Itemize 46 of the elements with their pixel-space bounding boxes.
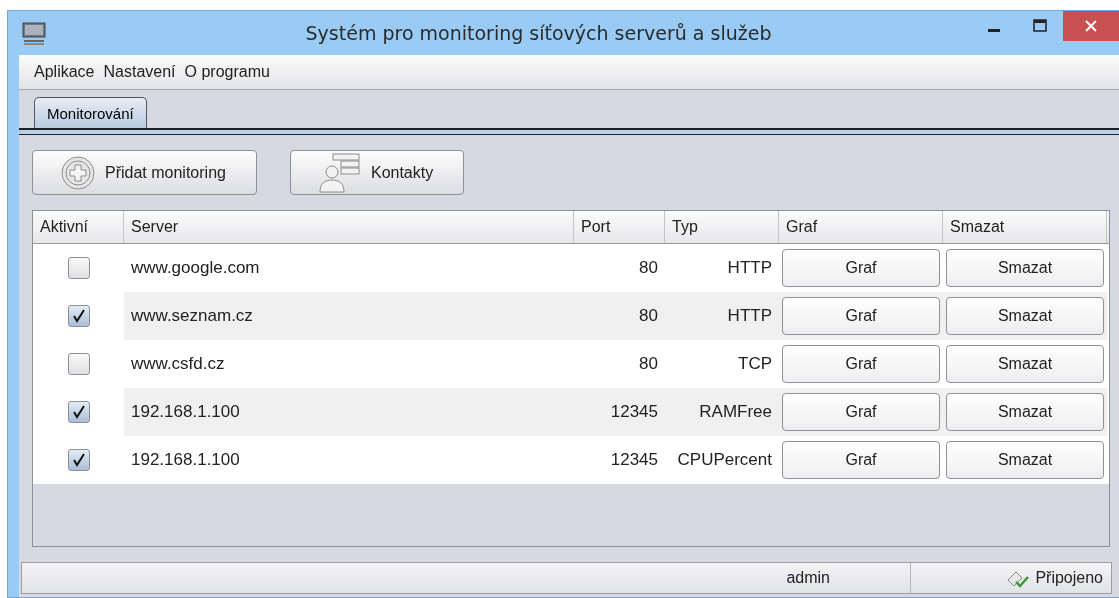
checkbox[interactable]	[67, 449, 90, 471]
minimize-icon	[988, 28, 1000, 32]
contacts-icon	[318, 152, 361, 193]
graph-button[interactable]: Graf	[782, 393, 940, 431]
graph-button[interactable]: Graf	[782, 345, 940, 383]
close-button[interactable]	[1063, 11, 1119, 41]
graph-button[interactable]: Graf	[782, 249, 940, 287]
menu-item[interactable]: Aplikace	[34, 63, 95, 81]
checkmark-icon	[71, 405, 86, 419]
connection-status: Připojeno	[1035, 569, 1103, 587]
column-header[interactable]: Server	[124, 211, 574, 243]
delete-button[interactable]: Smazat	[946, 345, 1104, 383]
table-cell: RAMFree	[665, 388, 779, 436]
table-cell: 192.168.1.100	[124, 388, 574, 436]
menu-item[interactable]: O programu	[184, 63, 270, 81]
add-button[interactable]: Přidat monitoring	[32, 150, 257, 195]
window-title: Systém pro monitoring síťových serverů a služeb	[304, 22, 773, 44]
checkbox[interactable]	[67, 305, 90, 327]
column-header[interactable]: Typ	[665, 211, 779, 243]
checkmark-icon	[71, 453, 86, 467]
contacts-button[interactable]: Kontakty	[289, 150, 465, 195]
graph-button[interactable]: Graf	[782, 441, 940, 479]
column-header[interactable]: Aktivní	[33, 211, 124, 243]
user-name: admin	[786, 569, 830, 587]
checkbox[interactable]	[67, 401, 90, 423]
checkbox[interactable]	[67, 257, 90, 279]
delete-button[interactable]: Smazat	[946, 393, 1104, 431]
menu-item[interactable]: Nastavení	[103, 63, 176, 81]
table-cell: HTTP	[665, 292, 779, 340]
column-header[interactable]: Smazat	[943, 211, 1107, 243]
delete-button[interactable]: Smazat	[946, 249, 1104, 287]
graph-button[interactable]: Graf	[782, 297, 940, 335]
delete-button[interactable]: Smazat	[946, 297, 1104, 335]
maximize-icon	[1033, 19, 1047, 33]
table-cell: 80	[574, 292, 665, 340]
column-header[interactable]: Port	[574, 211, 665, 243]
tab[interactable]: Monitorování	[34, 97, 147, 128]
table-cell: 12345	[574, 388, 665, 436]
table-cell: www.seznam.cz	[124, 292, 574, 340]
close-icon	[1084, 19, 1098, 33]
computer-icon	[22, 21, 46, 45]
delete-button[interactable]: Smazat	[946, 441, 1104, 479]
plus-circle-icon	[61, 155, 95, 190]
column-header[interactable]: Graf	[779, 211, 943, 243]
checkmark-icon	[71, 309, 86, 323]
checkbox[interactable]	[67, 353, 90, 375]
